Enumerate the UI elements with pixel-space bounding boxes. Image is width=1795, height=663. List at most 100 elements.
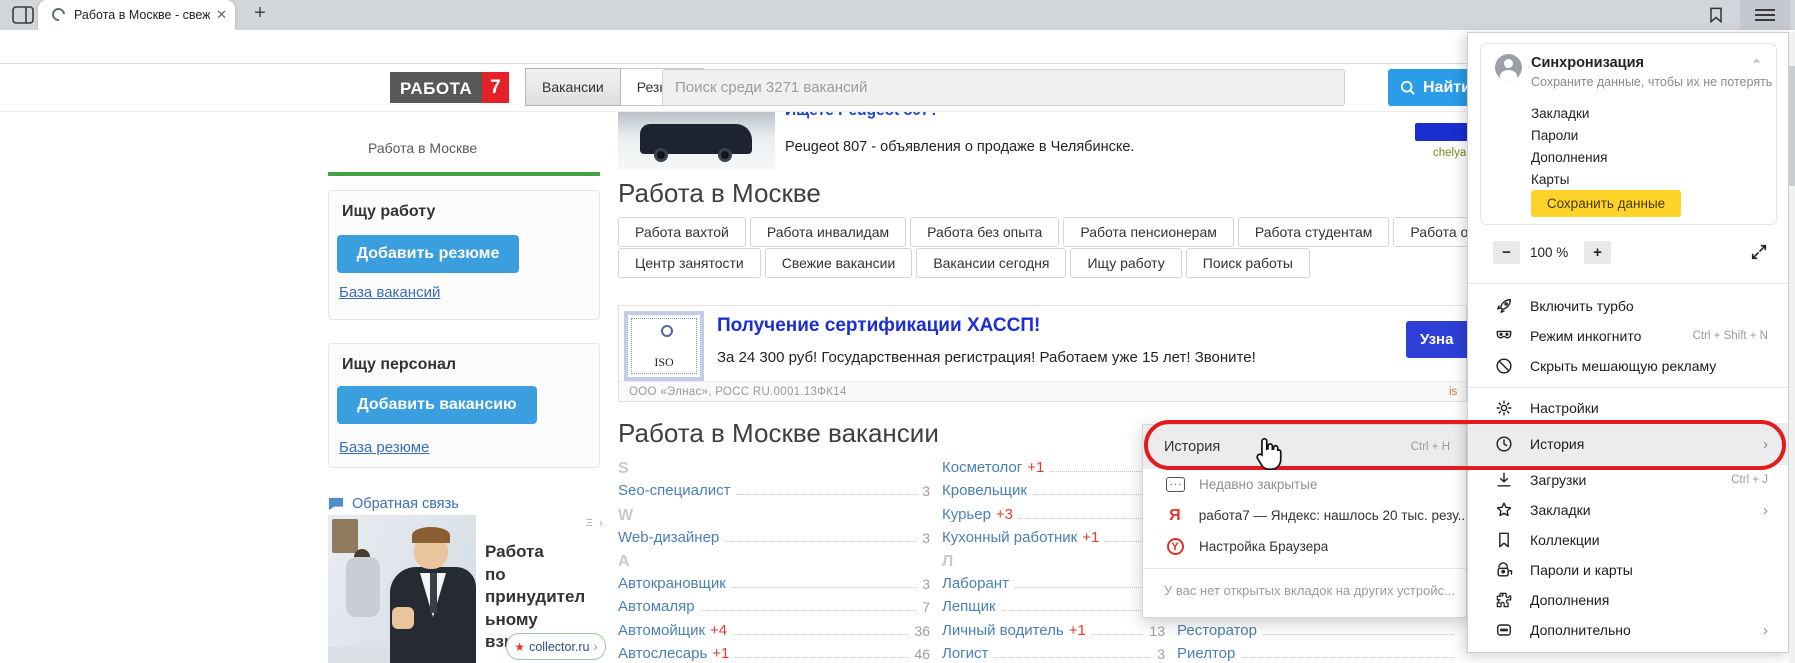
dotted-leader — [1002, 610, 1159, 611]
menu-item-настройки[interactable]: Настройки — [1468, 393, 1788, 423]
job-link[interactable]: Риелтор — [1177, 645, 1235, 663]
scrollbar-thumb[interactable] — [1789, 66, 1795, 186]
job-link[interactable]: Кровельщик — [942, 482, 1027, 501]
ad-options-icon[interactable]: Ξ › — [586, 518, 605, 529]
tab-title: Работа в Москве - свежие в — [74, 8, 210, 23]
category-tab[interactable]: Работа от прямых — [1393, 217, 1467, 247]
menu-item-дополнения[interactable]: Дополнения — [1468, 585, 1788, 615]
job-link[interactable]: Кухонный работник — [942, 529, 1077, 548]
zoom-out-button[interactable]: − — [1493, 241, 1520, 264]
category-tab[interactable]: Работа без опыта — [910, 217, 1059, 247]
menu-item-пароли-и-карты[interactable]: Пароли и карты — [1468, 555, 1788, 585]
top-ad-banner[interactable]: Ищете Peugeot 807? Peugeot 807 - объявле… — [618, 112, 1467, 170]
employer-title: Ищу персонал — [342, 356, 456, 374]
site-logo[interactable]: РАБОТА 7 — [390, 72, 509, 103]
job-row: Лепщик — [942, 594, 1165, 617]
history-submenu-item[interactable]: ···Недавно закрытые — [1143, 469, 1466, 500]
vacancy-base-link[interactable]: База вакансий — [339, 284, 440, 301]
scrollbar[interactable] — [1789, 32, 1795, 663]
job-link[interactable]: Web-дизайнер — [618, 529, 719, 548]
history-submenu-item[interactable]: Яработа7 — Яндекс: нашлось 20 тыс. резу.… — [1143, 500, 1466, 531]
category-tab[interactable]: Ищу работу — [1070, 248, 1181, 278]
ad-link-pill[interactable]: ★ collector.ru › — [506, 633, 606, 660]
tableau-icon[interactable] — [12, 6, 34, 24]
sync-link[interactable]: Пароли — [1531, 124, 1607, 146]
top-ad-cta-button[interactable] — [1415, 123, 1467, 141]
menu-item-включить-турбо[interactable]: Включить турбо — [1468, 291, 1788, 321]
history-submenu-item[interactable]: YНастройка Браузера — [1143, 531, 1466, 562]
iso-ad-title[interactable]: Получение сертификации ХАССП! — [717, 315, 1040, 337]
feedback-link[interactable]: Обратная связь — [328, 496, 459, 512]
add-vacancy-button[interactable]: Добавить вакансию — [337, 386, 537, 424]
job-link[interactable]: Ресторатор — [1177, 622, 1257, 641]
download-icon — [1493, 470, 1515, 490]
category-tab[interactable]: Центр занятости — [618, 248, 761, 278]
top-ad-title[interactable]: Ищете Peugeot 807? — [785, 112, 939, 120]
sidebar-item-moscow-jobs[interactable]: Работа в Москве — [368, 140, 477, 156]
sync-link[interactable]: Карты — [1531, 168, 1607, 190]
dotted-leader — [701, 610, 917, 611]
job-link[interactable]: Лепщик — [942, 598, 996, 617]
job-link[interactable]: Косметолог — [942, 459, 1022, 478]
job-row: Риелтор — [1177, 641, 1460, 663]
job-link[interactable]: Автомаляр — [618, 598, 695, 617]
job-link[interactable]: Личный водитель — [942, 622, 1064, 641]
chevron-up-icon[interactable]: ⌃ — [1751, 57, 1762, 73]
category-tab[interactable]: Работа пенсионерам — [1063, 217, 1234, 247]
job-row: Лаборант — [942, 571, 1165, 594]
category-tab[interactable]: Поиск работы — [1186, 248, 1310, 278]
browser-tab[interactable]: Работа в Москве - свежие в ✕ — [38, 0, 235, 30]
category-tab[interactable]: Свежие вакансии — [765, 248, 913, 278]
category-tab[interactable]: Работа студентам — [1238, 217, 1390, 247]
menu-item-коллекции[interactable]: Коллекции — [1468, 525, 1788, 555]
resume-base-link[interactable]: База резюме — [339, 439, 429, 456]
browser-menu-button[interactable] — [1740, 0, 1790, 30]
add-resume-button[interactable]: Добавить резюме — [337, 235, 519, 273]
job-row: Личный водитель+113 — [942, 617, 1165, 640]
job-link[interactable]: Автослесарь — [618, 645, 707, 663]
search-input[interactable] — [662, 69, 1345, 106]
sync-link[interactable]: Закладки — [1531, 102, 1607, 124]
sidebar-ad[interactable]: Ξ › Работапо принудительномувзысканию ★ … — [328, 515, 608, 663]
avatar[interactable] — [1495, 54, 1522, 81]
fullscreen-icon[interactable] — [1750, 243, 1768, 261]
job-link[interactable]: Логист — [942, 645, 988, 663]
new-count-badge: +1 — [707, 645, 729, 663]
menu-item-история[interactable]: История› — [1468, 423, 1788, 465]
job-link[interactable]: Автокрановщик — [618, 575, 726, 594]
menu-item-label: Закладки — [1530, 502, 1591, 518]
menu-item-загрузки[interactable]: ЗагрузкиCtrl + J — [1468, 465, 1788, 495]
save-data-button[interactable]: Сохранить данные — [1531, 190, 1681, 217]
rocket-icon — [1493, 296, 1515, 316]
new-tab-button[interactable]: + — [248, 2, 272, 25]
tab-close-icon[interactable]: ✕ — [216, 7, 227, 23]
letter-header: А — [618, 548, 930, 571]
sync-link[interactable]: Дополнения — [1531, 146, 1607, 168]
history-submenu-title: История — [1164, 439, 1220, 455]
menu-items: Включить турбоРежим инкогнитоCtrl + Shif… — [1468, 291, 1788, 645]
history-submenu-header[interactable]: История Ctrl + H — [1143, 425, 1466, 469]
site-tab-vacancies[interactable]: Вакансии — [525, 68, 621, 106]
iso-ad-banner[interactable]: ISO Получение сертификации ХАССП! За 24 … — [618, 305, 1467, 402]
zoom-in-button[interactable]: + — [1584, 241, 1611, 264]
block-ads-icon — [1493, 356, 1515, 376]
sync-subtitle: Сохраните данные, чтобы их не потерять — [1531, 75, 1772, 89]
job-link[interactable]: Курьер — [942, 506, 991, 525]
category-tab[interactable]: Вакансии сегодня — [916, 248, 1066, 278]
job-link[interactable]: Seo-специалист — [618, 482, 730, 501]
menu-item-режим-инкогнито[interactable]: Режим инкогнитоCtrl + Shift + N — [1468, 321, 1788, 351]
bookmark-flag-icon[interactable] — [1706, 5, 1726, 25]
new-count-badge: +3 — [991, 506, 1013, 525]
history-clock-icon — [1493, 434, 1515, 454]
job-row: Ресторатор — [1177, 617, 1460, 640]
dotted-leader — [733, 634, 908, 635]
job-link[interactable]: Автомойщик — [618, 622, 705, 641]
category-tab[interactable]: Работа инвалидам — [750, 217, 906, 247]
iso-ad-body: За 24 300 руб! Государственная регистрац… — [717, 349, 1256, 366]
job-link[interactable]: Лаборант — [942, 575, 1009, 594]
category-tab[interactable]: Работа вахтой — [618, 217, 746, 247]
menu-item-закладки[interactable]: Закладки› — [1468, 495, 1788, 525]
menu-item-дополнительно[interactable]: Дополнительно› — [1468, 615, 1788, 645]
menu-item-скрыть-мешающую-рекламу[interactable]: Скрыть мешающую рекламу — [1468, 351, 1788, 381]
employer-box: Ищу персонал Добавить вакансию База резю… — [328, 343, 600, 468]
